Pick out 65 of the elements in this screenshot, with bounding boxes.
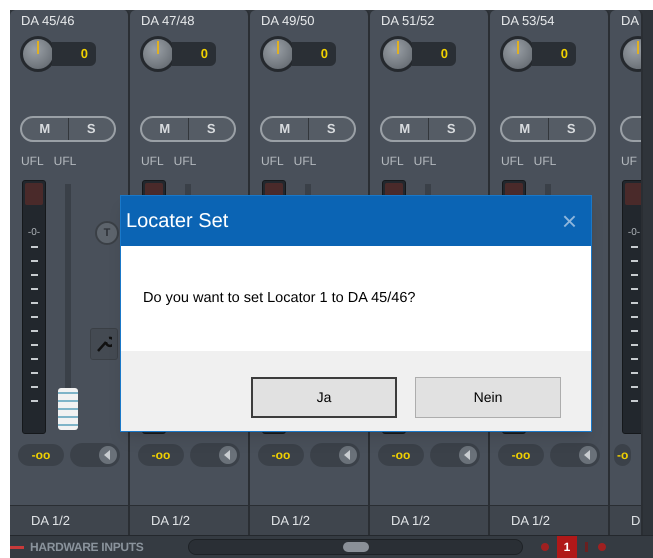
page-button[interactable]: 1 [557,536,577,558]
mute-button[interactable]: M [502,118,548,140]
scale-label: -0- [28,226,40,240]
channel-name: DA 49/50 [261,13,314,28]
mute-button[interactable]: M [142,118,188,140]
level-reading: -oo [258,444,304,466]
ufl-indicator: UFL [294,153,316,170]
pan-button[interactable] [190,443,240,467]
gain-value: 0 [412,42,456,66]
gain-value: 0 [52,42,96,66]
solo-button[interactable]: S [548,118,594,140]
ufl-indicator: UFL [174,153,196,170]
output-label: DA 1/2 [391,512,430,530]
scrollbar-thumb[interactable] [342,542,368,552]
mute-button[interactable]: M [262,118,308,140]
output-label: DA 1/2 [151,512,190,530]
pan-button[interactable] [310,443,360,467]
solo-button[interactable]: S [308,118,354,140]
channel-name: DA 47/48 [141,13,194,28]
horizontal-scrollbar[interactable] [188,539,523,555]
output-label: D [631,512,640,530]
channel-name: DA [621,13,640,28]
ufl-indicator: UFL [141,153,164,170]
wrench-icon [96,335,112,353]
close-button[interactable]: × [562,208,577,234]
ufl-indicator: UFL [534,153,556,170]
ufl-indicator: UFL [21,153,44,170]
pan-button[interactable] [70,443,120,467]
ufl-indicator: UFL [501,153,524,170]
output-label: DA 1/2 [271,512,310,530]
ufl-indicator: UF [621,153,637,170]
level-reading: -o [614,444,632,466]
channel-name: DA 51/52 [381,13,434,28]
mute-button[interactable]: M [382,118,428,140]
ufl-indicator: UFL [54,153,76,170]
clip-indicator [625,183,641,205]
dialog-message: Do you want to set Locator 1 to DA 45/46? [143,288,416,308]
dialog-title: Locater Set [126,209,228,234]
pan-button[interactable] [430,443,480,467]
ufl-indicator: UFL [261,153,284,170]
fader-thumb[interactable] [58,388,78,430]
output-label: DA 1/2 [511,512,550,530]
ufl-indicator: UFL [381,153,404,170]
solo-button[interactable]: S [68,118,114,140]
pan-button[interactable] [550,443,600,467]
level-reading: -oo [138,444,184,466]
level-reading: -oo [18,444,64,466]
level-reading: -oo [378,444,424,466]
dialog-button[interactable]: Ja [251,377,397,418]
gain-value: 0 [172,42,216,66]
solo-button[interactable]: S [188,118,234,140]
clip-indicator [25,183,43,205]
gain-value: 0 [292,42,336,66]
channel-name: DA 53/54 [501,13,554,28]
ufl-indicator: UFL [414,153,436,170]
dialog-button[interactable]: Nein [415,377,561,418]
bar-icon [585,542,588,552]
solo-button[interactable]: S [428,118,474,140]
level-reading: -oo [498,444,544,466]
mute-button[interactable]: M [22,118,68,140]
section-label: HARDWARE INPUTS [30,539,145,556]
channel-name: DA 45/46 [21,13,74,28]
output-label: DA 1/2 [31,512,70,530]
gain-value: 0 [532,42,576,66]
scale-label: -0- [628,226,640,240]
